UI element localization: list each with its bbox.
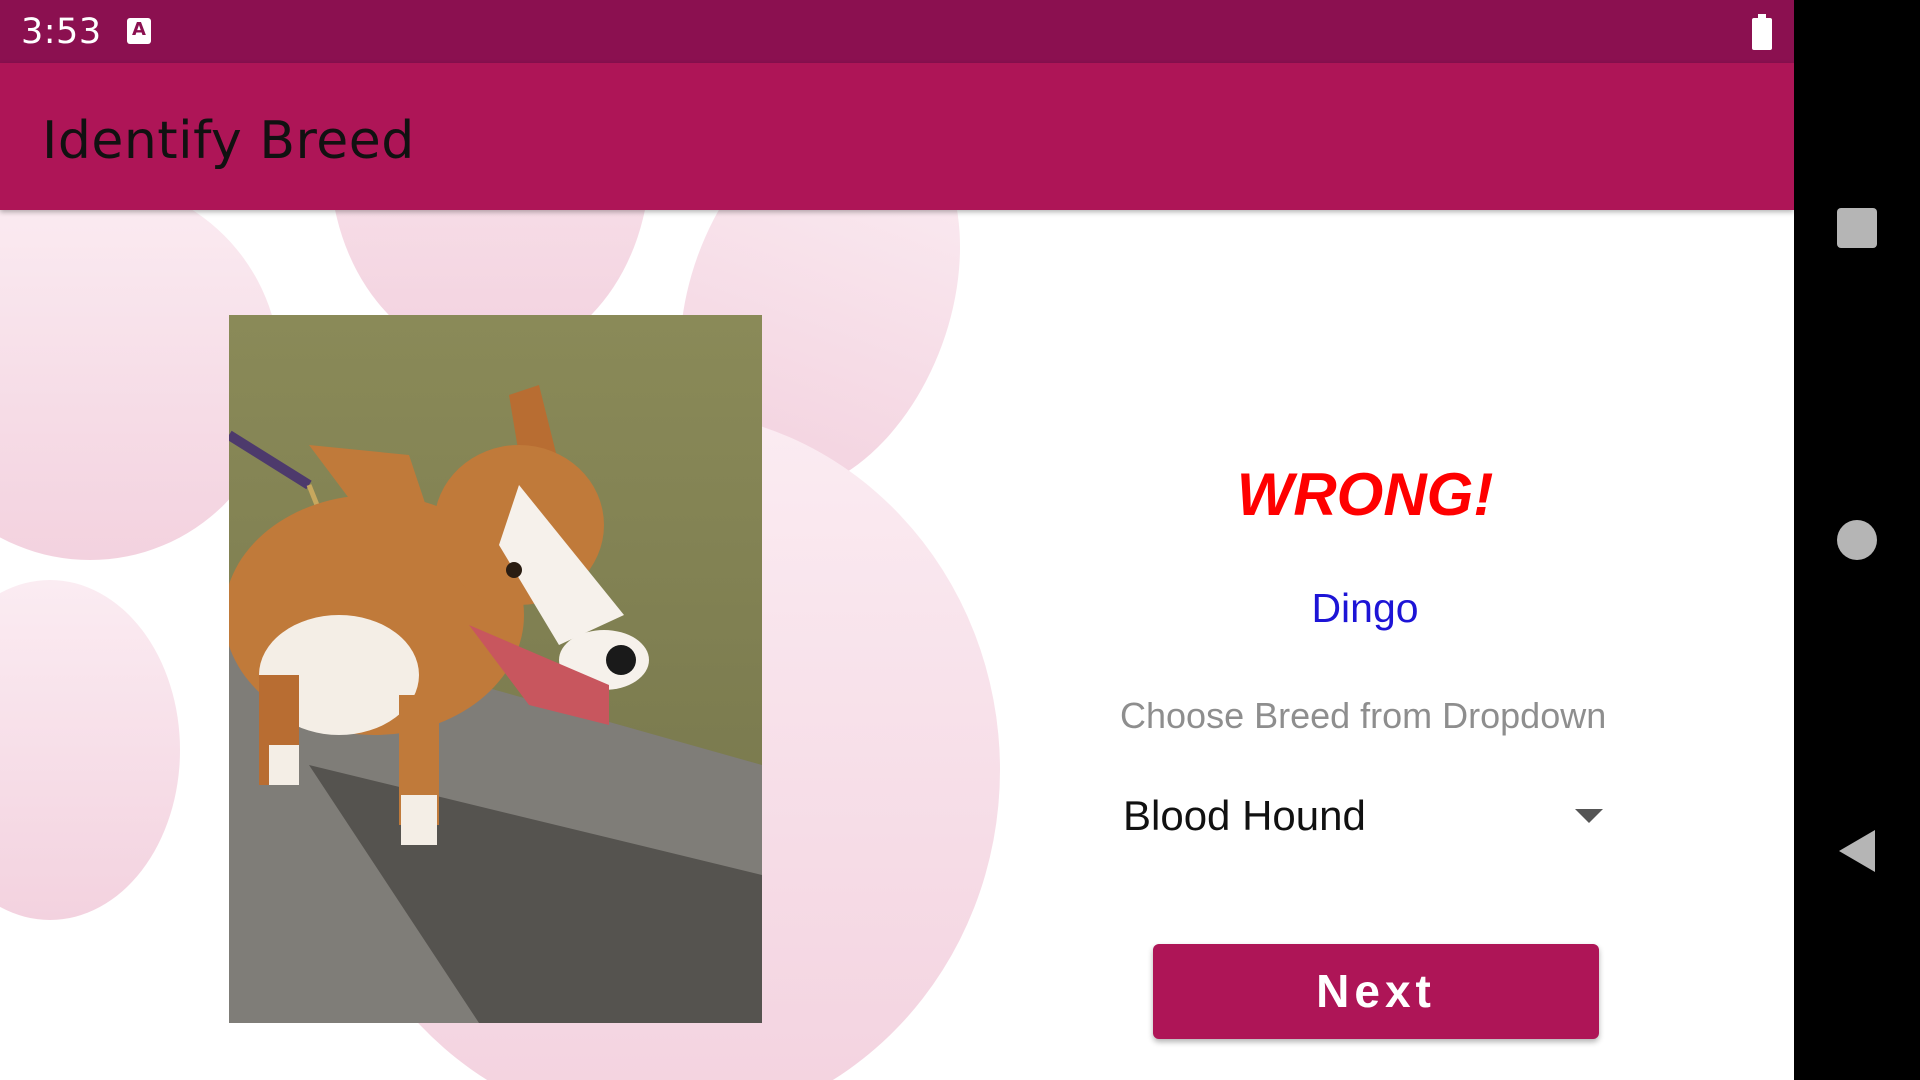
status-bar: 3:53 A <box>0 0 1794 63</box>
app-bar: Identify Breed <box>0 63 1794 210</box>
correct-breed-text: Dingo <box>1311 585 1419 631</box>
content-area: WRONG! Dingo Choose Breed from Dropdown … <box>0 210 1794 1080</box>
a-icon: A <box>127 18 151 44</box>
result-text: WRONG! <box>1236 461 1494 528</box>
next-button[interactable]: Next <box>1153 944 1599 1039</box>
breed-dropdown[interactable]: Blood Hound <box>1115 770 1615 858</box>
home-circle-icon[interactable] <box>1837 520 1877 560</box>
status-time: 3:53 <box>21 12 102 52</box>
recents-square-icon[interactable] <box>1837 208 1877 248</box>
battery-icon <box>1752 14 1772 50</box>
app-screen: 3:53 A Identify Breed WRONG! Dingo Choos… <box>0 0 1794 1080</box>
app-title: Identify Breed <box>42 111 415 171</box>
dog-photo <box>229 315 762 1023</box>
back-triangle-icon[interactable] <box>1835 828 1879 874</box>
navigation-bar <box>1794 0 1920 1080</box>
dropdown-arrow-icon <box>1575 809 1603 823</box>
dropdown-prompt: Choose Breed from Dropdown <box>1120 695 1607 736</box>
dropdown-selected-value: Blood Hound <box>1123 792 1366 839</box>
